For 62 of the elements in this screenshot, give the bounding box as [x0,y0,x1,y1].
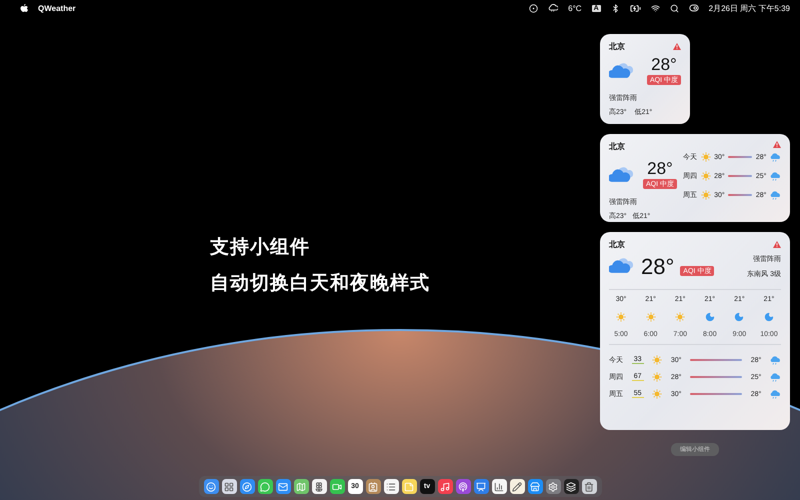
cloud-icon [609,61,635,80]
date-time[interactable]: 2月26日 周六 下午5:39 [708,2,790,14]
rain-cloud-icon [770,190,781,200]
city-name: 北京 [609,141,626,152]
rain-cloud-icon [770,172,781,180]
sun-icon [646,312,656,322]
moon-icon [704,312,715,322]
cloud-icon[interactable] [548,4,558,12]
sun-icon [700,171,711,181]
cloud-icon [609,165,635,184]
stack-icon[interactable] [564,479,578,494]
video-camera-icon[interactable] [330,479,344,494]
control-center-icon[interactable] [688,3,699,13]
notepad-icon[interactable] [402,479,416,494]
apple-logo-icon[interactable] [20,4,28,12]
wifi-icon[interactable] [650,4,660,12]
contact-card-icon[interactable] [366,479,380,494]
pencil-icon[interactable] [510,479,524,494]
music-note-icon[interactable] [438,479,452,494]
temperature: 28° [641,256,674,278]
sun-icon [616,312,626,322]
gear-icon[interactable] [546,479,560,494]
bar-chart-icon[interactable] [492,479,506,494]
face-icon[interactable] [204,479,218,494]
sun-icon [652,372,662,382]
search-icon[interactable] [670,4,679,12]
circle-icon[interactable] [529,4,538,12]
moon-icon [734,312,744,322]
rain-cloud-icon [770,152,781,162]
trash-icon[interactable] [582,479,596,494]
battery-icon[interactable] [630,2,641,14]
bluetooth-icon[interactable] [610,4,620,12]
flower-icon[interactable] [312,479,326,494]
city-name: 北京 [609,239,625,250]
warning-icon [673,43,681,50]
map-icon[interactable] [294,479,308,494]
warning-icon [773,241,781,248]
temperature: 28° [647,160,673,177]
chat-bubble-icon[interactable] [258,479,272,494]
sun-icon [652,355,662,365]
app-name[interactable]: QWeather [38,4,76,12]
headline-text: 支持小组件 [210,236,311,260]
headline-text: 自动切换白天和夜晚样式 [210,272,431,296]
moon-icon [764,312,774,322]
compass-icon[interactable] [240,479,254,494]
city-name: 北京 [609,41,625,52]
rain-cloud-icon [770,356,781,364]
rain-cloud-icon [770,390,781,398]
sun-icon [652,389,662,399]
rain-cloud-icon [770,372,781,382]
presentation-icon[interactable] [474,479,488,494]
sun-icon [700,190,711,200]
cloud-icon [609,256,635,274]
envelope-icon[interactable] [276,479,290,494]
podcast-icon[interactable] [456,479,470,494]
sun-icon [675,312,686,322]
list-icon[interactable] [384,479,398,494]
temperature-text[interactable]: 6°C [568,4,582,12]
sun-icon [700,152,711,162]
temperature: 28° [651,56,677,73]
warning-icon [773,141,781,148]
grid-icon[interactable] [222,479,236,494]
